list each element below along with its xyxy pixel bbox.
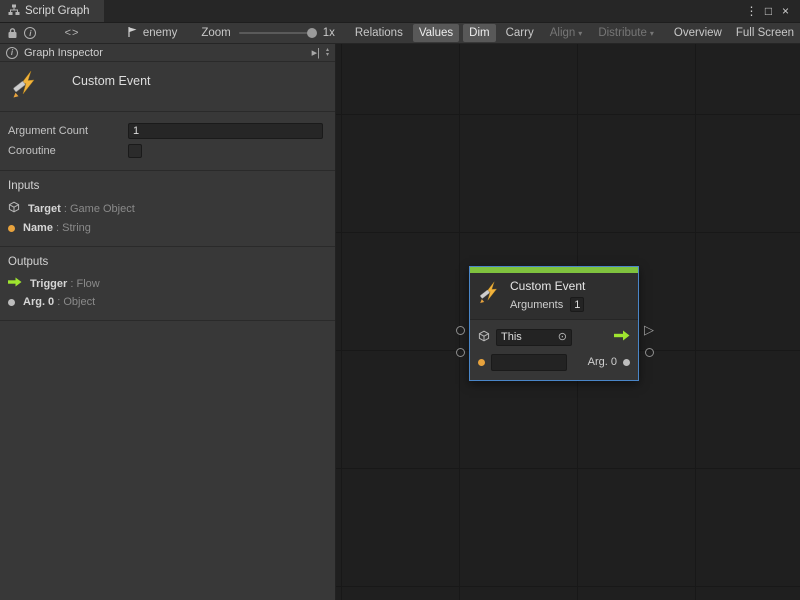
custom-event-icon bbox=[12, 70, 42, 103]
graph-asset[interactable]: enemy bbox=[127, 26, 178, 41]
script-graph-window: Script Graph ⋮ □ × i <> enemy Zoom 1x bbox=[0, 0, 800, 600]
output-port-trigger-outer[interactable]: ▷ bbox=[644, 323, 654, 336]
inspector-header: i Graph Inspector ▸| ▴ ▾ bbox=[0, 44, 335, 62]
port-name: Name bbox=[23, 222, 53, 234]
port-type: : Game Object bbox=[64, 203, 135, 215]
outputs-section: Outputs Trigger : Flow Arg. 0 : Object bbox=[0, 247, 335, 321]
port-type: : String bbox=[56, 222, 91, 234]
value-port-icon bbox=[8, 225, 15, 232]
distribute-label: Distribute bbox=[598, 27, 647, 39]
port-type: : Flow bbox=[70, 278, 99, 290]
chevron-down-icon: ▾ bbox=[578, 29, 582, 38]
custom-event-icon bbox=[479, 281, 503, 308]
argument-count-label: Argument Count bbox=[8, 125, 128, 137]
panel-stepper[interactable]: ▴ ▾ bbox=[326, 48, 329, 58]
graph-asset-icon bbox=[127, 26, 138, 41]
target-object-field[interactable]: This ⊙ bbox=[496, 329, 572, 346]
flow-arrow-icon bbox=[8, 277, 22, 290]
node-ports: This ⊙ Arg. 0 bbox=[470, 320, 638, 380]
align-label: Align bbox=[550, 27, 576, 39]
code-view-icon[interactable]: <> bbox=[63, 24, 81, 42]
cube-icon bbox=[8, 201, 20, 216]
name-input[interactable] bbox=[496, 356, 562, 368]
output-row-arg0: Arg. 0 : Object bbox=[0, 293, 335, 311]
unit-settings: Argument Count Coroutine bbox=[0, 112, 335, 171]
port-name: Arg. 0 bbox=[23, 296, 54, 308]
carry-button[interactable]: Carry bbox=[500, 24, 540, 42]
node-header[interactable]: Custom Event Arguments 1 bbox=[470, 273, 638, 320]
tab-script-graph[interactable]: Script Graph bbox=[0, 0, 104, 22]
trigger-flow-icon[interactable] bbox=[614, 330, 630, 344]
object-picker-icon[interactable]: ⊙ bbox=[558, 332, 567, 342]
inputs-section: Inputs Target : Game Object Name : Strin… bbox=[0, 171, 335, 247]
inputs-header: Inputs bbox=[0, 176, 335, 198]
input-port-name-outer[interactable] bbox=[456, 348, 465, 357]
input-row-target: Target : Game Object bbox=[0, 198, 335, 219]
custom-event-node[interactable]: Custom Event Arguments 1 This ⊙ bbox=[469, 266, 639, 381]
tab-title: Script Graph bbox=[25, 5, 90, 17]
script-graph-icon bbox=[8, 4, 20, 19]
window-titlebar: Script Graph ⋮ □ × bbox=[0, 0, 800, 22]
overview-button[interactable]: Overview bbox=[668, 24, 728, 42]
unit-title: Custom Event bbox=[72, 74, 151, 88]
info-toggle-icon[interactable]: i bbox=[22, 24, 40, 42]
input-port-target-outer[interactable] bbox=[456, 326, 465, 335]
zoom-slider[interactable] bbox=[239, 32, 313, 34]
arg0-port-row: Arg. 0 bbox=[478, 353, 630, 371]
node-arguments-label: Arguments bbox=[510, 299, 563, 311]
graph-canvas[interactable]: Custom Event Arguments 1 This ⊙ bbox=[336, 44, 800, 600]
chevron-down-icon: ▾ bbox=[650, 29, 654, 38]
info-icon: i bbox=[6, 47, 18, 59]
lock-icon[interactable] bbox=[4, 24, 22, 42]
zoom-label: Zoom bbox=[201, 27, 230, 39]
fullscreen-button[interactable]: Full Screen bbox=[730, 24, 800, 42]
port-type: : Object bbox=[57, 296, 95, 308]
unit-header: Custom Event bbox=[0, 62, 335, 112]
name-input-field[interactable] bbox=[491, 354, 567, 371]
input-row-name: Name : String bbox=[0, 219, 335, 237]
stepper-down-icon: ▾ bbox=[326, 53, 329, 58]
graph-toolbar: i <> enemy Zoom 1x Relations Values Dim … bbox=[0, 22, 800, 44]
zoom-value: 1x bbox=[323, 27, 335, 39]
node-title: Custom Event bbox=[510, 279, 630, 293]
window-controls: ⋮ □ × bbox=[743, 0, 800, 22]
values-button[interactable]: Values bbox=[413, 24, 459, 42]
zoom-slider-knob[interactable] bbox=[307, 28, 317, 38]
distribute-dropdown[interactable]: Distribute ▾ bbox=[592, 24, 660, 42]
coroutine-label: Coroutine bbox=[8, 145, 128, 157]
cube-icon bbox=[478, 330, 490, 345]
output-row-trigger: Trigger : Flow bbox=[0, 274, 335, 293]
graph-asset-name: enemy bbox=[143, 27, 178, 39]
align-dropdown[interactable]: Align ▾ bbox=[544, 24, 589, 42]
arg0-output-port[interactable] bbox=[623, 359, 630, 366]
coroutine-row: Coroutine bbox=[8, 141, 323, 161]
relations-button[interactable]: Relations bbox=[349, 24, 409, 42]
output-port-arg0-outer[interactable] bbox=[645, 348, 654, 357]
target-value: This bbox=[501, 331, 522, 343]
close-icon[interactable]: × bbox=[777, 4, 794, 18]
coroutine-checkbox[interactable] bbox=[128, 144, 142, 158]
object-port-icon bbox=[8, 299, 15, 306]
dock-icon[interactable]: ▸| bbox=[312, 46, 320, 59]
name-value-port[interactable] bbox=[478, 359, 485, 366]
argument-count-row: Argument Count bbox=[8, 121, 323, 141]
outputs-header: Outputs bbox=[0, 252, 335, 274]
argument-count-input[interactable] bbox=[128, 123, 323, 139]
arg0-label: Arg. 0 bbox=[588, 356, 617, 368]
graph-inspector-panel: i Graph Inspector ▸| ▴ ▾ Custom Event bbox=[0, 44, 336, 600]
port-name: Target bbox=[28, 203, 61, 215]
dim-button[interactable]: Dim bbox=[463, 24, 495, 42]
target-port-row: This ⊙ bbox=[478, 328, 630, 346]
window-menu-icon[interactable]: ⋮ bbox=[743, 4, 760, 18]
node-arguments-count[interactable]: 1 bbox=[570, 297, 584, 312]
port-name: Trigger bbox=[30, 278, 67, 290]
inspector-title: Graph Inspector bbox=[24, 47, 103, 59]
maximize-icon[interactable]: □ bbox=[760, 4, 777, 18]
